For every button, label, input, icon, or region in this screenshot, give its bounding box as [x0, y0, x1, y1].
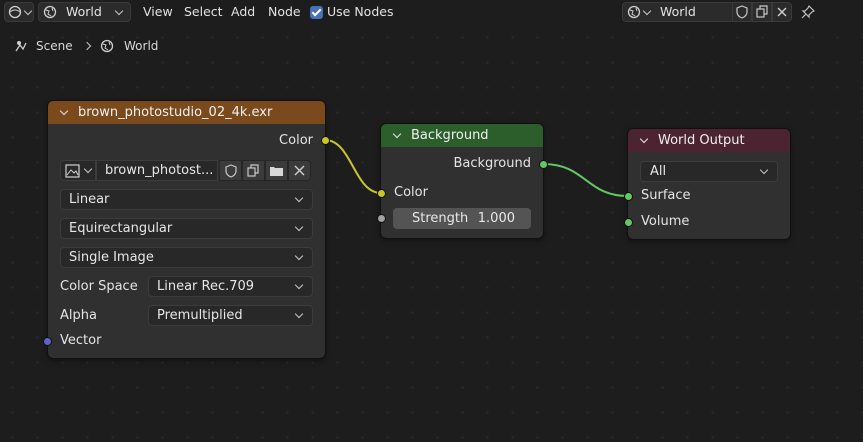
color-space-value: Linear Rec.709	[157, 279, 255, 294]
strength-slider[interactable]: Strength 1.000	[393, 208, 531, 229]
interpolation-dropdown[interactable]: Linear	[60, 189, 313, 210]
image-duplicate-button[interactable]	[242, 160, 265, 181]
node-title: brown_photostudio_02_4k.exr	[78, 105, 273, 120]
alpha-label: Alpha	[60, 308, 97, 323]
alpha-value: Premultiplied	[157, 308, 243, 323]
alpha-dropdown[interactable]: Premultiplied	[148, 305, 313, 326]
collapse-chevron-icon[interactable]	[59, 106, 69, 116]
socket-background-color-in[interactable]	[377, 189, 386, 198]
background-node[interactable]: Background Background Color Strength 1.0…	[380, 123, 544, 239]
strength-value: 1.000	[477, 211, 515, 226]
target-dropdown[interactable]: All	[640, 161, 778, 182]
chevron-down-icon	[294, 251, 304, 261]
link-color	[324, 139, 382, 194]
node-header[interactable]: brown_photostudio_02_4k.exr	[48, 101, 325, 124]
link-background	[542, 163, 629, 197]
chevron-down-icon	[759, 165, 769, 175]
input-color-label: Color	[394, 185, 428, 200]
input-surface-label: Surface	[641, 188, 691, 203]
shield-icon	[225, 164, 237, 178]
input-vector-label: Vector	[60, 333, 102, 348]
chevron-down-icon	[294, 309, 304, 319]
node-header[interactable]: Background	[381, 124, 543, 147]
output-background-label: Background	[453, 156, 531, 171]
world-output-node[interactable]: World Output All Surface Volume	[627, 128, 791, 240]
folder-icon	[270, 167, 283, 176]
image-fake-user-button[interactable]	[219, 160, 242, 181]
projection-value: Equirectangular	[69, 221, 173, 236]
chevron-down-icon	[83, 164, 93, 174]
socket-image-color-out[interactable]	[321, 136, 330, 145]
socket-strength-in[interactable]	[377, 214, 386, 223]
socket-volume-in[interactable]	[624, 218, 633, 227]
image-name-field[interactable]: brown_photost...	[96, 160, 218, 181]
image-icon	[65, 164, 80, 178]
image-name: brown_photost...	[105, 163, 214, 178]
chevron-down-icon	[294, 222, 304, 232]
duplicate-icon	[247, 164, 259, 177]
collapse-chevron-icon[interactable]	[392, 129, 402, 139]
target-value: All	[650, 164, 667, 179]
node-title: World Output	[658, 133, 745, 148]
source-dropdown[interactable]: Single Image	[60, 247, 313, 268]
environment-texture-node[interactable]: brown_photostudio_02_4k.exr Color brown_…	[47, 100, 326, 359]
node-title: Background	[411, 128, 489, 143]
input-volume-label: Volume	[641, 214, 690, 229]
chevron-down-icon	[294, 280, 304, 290]
close-icon	[294, 165, 305, 176]
node-header[interactable]: World Output	[628, 129, 790, 152]
image-open-button[interactable]	[265, 160, 288, 181]
socket-surface-in[interactable]	[624, 192, 633, 201]
collapse-chevron-icon[interactable]	[639, 134, 649, 144]
output-color-label: Color	[279, 133, 313, 148]
color-space-dropdown[interactable]: Linear Rec.709	[148, 276, 313, 297]
interpolation-value: Linear	[69, 192, 110, 207]
socket-background-out[interactable]	[539, 160, 548, 169]
socket-image-vector-in[interactable]	[43, 337, 52, 346]
color-space-label: Color Space	[60, 279, 138, 294]
chevron-down-icon	[294, 193, 304, 203]
source-value: Single Image	[69, 250, 154, 265]
strength-label: Strength	[412, 211, 469, 226]
projection-dropdown[interactable]: Equirectangular	[60, 218, 313, 239]
image-browse-button[interactable]	[60, 160, 96, 181]
image-unlink-button[interactable]	[288, 160, 311, 181]
